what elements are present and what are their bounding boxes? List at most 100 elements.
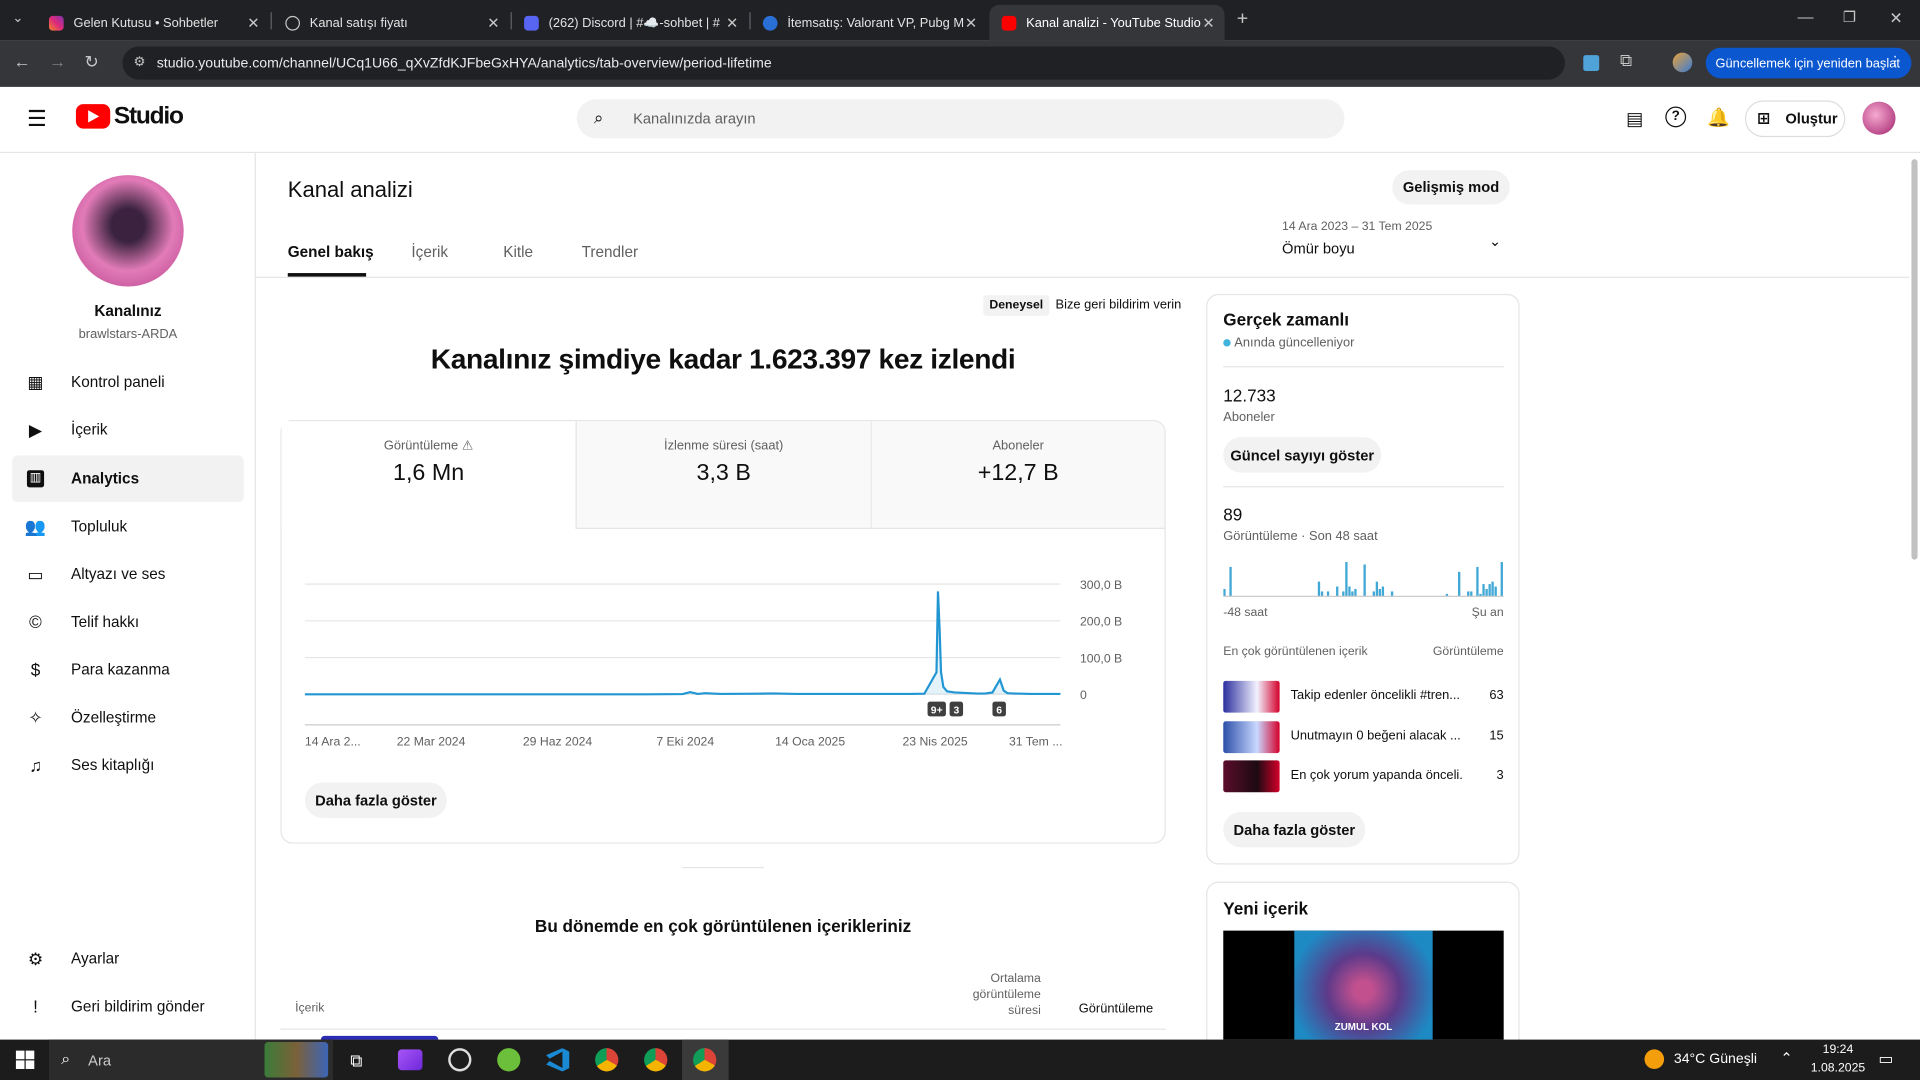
close-icon[interactable]: ✕ xyxy=(487,14,499,31)
close-window-icon[interactable]: ✕ xyxy=(1889,9,1902,29)
tab-audience[interactable]: Kitle xyxy=(503,244,533,261)
clock-date[interactable]: 1.08.2025 xyxy=(1807,1062,1868,1075)
browser-tab-instagram[interactable]: Gelen Kutusu • Sohbetler ✕ xyxy=(37,5,270,41)
realtime-bar[interactable] xyxy=(1317,581,1321,597)
realtime-bar[interactable] xyxy=(1348,586,1351,597)
browser-tab-itemsatis[interactable]: İtemsatış: Valorant VP, Pubg M ✕ xyxy=(751,5,987,41)
date-range-picker[interactable]: 14 Ara 2023 – 31 Tem 2025 Ömür boyu ⌄ xyxy=(1282,220,1509,262)
notifications-bell-icon[interactable]: 🔔 xyxy=(1707,107,1730,129)
series-line[interactable] xyxy=(304,591,1061,696)
close-icon[interactable]: ✕ xyxy=(247,14,259,31)
realtime-bar[interactable] xyxy=(1354,588,1357,597)
top-item-title[interactable]: Unutmayın 0 beğeni alacak ... xyxy=(1291,729,1462,744)
page-scrollbar[interactable] xyxy=(1911,159,1918,560)
realtime-bar[interactable] xyxy=(1482,584,1485,597)
realtime-bar[interactable] xyxy=(1476,566,1479,597)
url-field[interactable]: ⚙ studio.youtube.com/channel/UCq1U66_qXv… xyxy=(122,46,1565,80)
sidebar-item-dashboard[interactable]: ▦ Kontrol paneli xyxy=(12,359,243,406)
realtime-bar[interactable] xyxy=(1381,586,1385,597)
new-tab-icon[interactable]: + xyxy=(1237,9,1248,31)
give-feedback-link[interactable]: Bize geri bildirim verin xyxy=(1056,298,1182,313)
chrome-icon[interactable] xyxy=(693,1048,717,1072)
realtime-bar[interactable] xyxy=(1378,588,1381,597)
sidebar-item-copyright[interactable]: © Telif hakkı xyxy=(12,599,243,646)
youtube-logo-icon[interactable] xyxy=(75,104,111,129)
close-icon[interactable]: ✕ xyxy=(1202,14,1214,31)
show-more-button[interactable]: Daha fazla göster xyxy=(304,782,447,818)
realtime-bar[interactable] xyxy=(1470,591,1473,597)
realtime-bar[interactable] xyxy=(1458,571,1461,597)
realtime-bar[interactable] xyxy=(1467,591,1470,597)
video-thumbnail[interactable] xyxy=(1223,680,1280,713)
browser-tab-kanal-satisi[interactable]: Kanal satışı fiyatı ✕ xyxy=(273,5,509,41)
realtime-bar[interactable] xyxy=(1488,584,1491,597)
views-line-chart[interactable]: 300,0 B 200,0 B 100,0 B 0 14 Ara 2... 22 Mar … xyxy=(294,566,1151,762)
top-item-title[interactable]: Takip edenler öncelikli #tren... xyxy=(1291,688,1462,703)
clock-time[interactable]: 19:24 xyxy=(1807,1043,1868,1056)
forward-icon[interactable]: → xyxy=(49,51,66,71)
obs-icon[interactable] xyxy=(448,1048,472,1072)
back-icon[interactable]: ← xyxy=(13,51,30,71)
realtime-bar[interactable] xyxy=(1491,581,1494,597)
realtime-bar[interactable] xyxy=(1351,591,1354,597)
tab-overview[interactable]: Genel bakış xyxy=(288,244,374,261)
profile-avatar-icon[interactable] xyxy=(1672,52,1693,73)
realtime-bar[interactable] xyxy=(1320,591,1324,597)
task-view-icon[interactable]: ⧉ xyxy=(350,1051,362,1072)
close-icon[interactable]: ✕ xyxy=(726,14,738,31)
column-header-avg-duration[interactable]: Ortalama görüntüleme süresi xyxy=(961,971,1041,1019)
sidebar-item-analytics[interactable]: ▥ Analytics xyxy=(12,455,244,503)
realtime-bar[interactable] xyxy=(1345,562,1348,597)
realtime-bar[interactable] xyxy=(1494,586,1497,597)
sidebar-item-subtitles[interactable]: ▭ Altyazı ve ses xyxy=(12,551,243,598)
realtime-48h-bar-chart[interactable] xyxy=(1223,557,1504,599)
update-restart-button[interactable]: Güncellemek için yeniden başlat ⋮ xyxy=(1705,47,1912,79)
realtime-bar[interactable] xyxy=(1223,588,1226,597)
minimize-icon[interactable]: — xyxy=(1798,7,1814,25)
create-button[interactable]: ⊞ Oluştur xyxy=(1744,100,1846,138)
stat-watch-time[interactable]: İzlenme süresi (saat) 3,3 B xyxy=(575,421,871,529)
realtime-bar[interactable] xyxy=(1372,591,1375,597)
studio-logo-text[interactable]: Studio xyxy=(114,103,184,131)
sidebar-item-monetization[interactable]: $ Para kazanma xyxy=(12,647,243,694)
taskbar-search-box[interactable]: ⌕ Ara xyxy=(48,1039,334,1080)
tab-content[interactable]: İçerik xyxy=(411,244,448,261)
sidebar-item-content[interactable]: ▶ İçerik xyxy=(12,407,243,454)
help-icon[interactable]: ? xyxy=(1665,106,1687,128)
sidebar-item-community[interactable]: 👥 Topluluk xyxy=(12,503,243,550)
vscode-icon[interactable] xyxy=(546,1048,570,1072)
sidebar-item-customization[interactable]: ✧ Özelleştirme xyxy=(12,694,243,741)
chrome-icon[interactable] xyxy=(595,1048,619,1072)
realtime-bar[interactable] xyxy=(1375,581,1379,597)
browser-tab-discord[interactable]: (262) Discord | #☁️-sohbet | # ✕ xyxy=(512,5,748,41)
weather-text[interactable]: 34°C Güneşli xyxy=(1674,1052,1757,1067)
close-icon[interactable]: ✕ xyxy=(965,14,977,31)
realtime-bar[interactable] xyxy=(1363,564,1366,597)
sidebar-item-audio-library[interactable]: ♫ Ses kitaplığı xyxy=(12,742,243,789)
channel-avatar[interactable] xyxy=(72,175,184,287)
realtime-bar[interactable] xyxy=(1485,588,1488,597)
stat-views[interactable]: Görüntüleme ⚠ 1,6 Mn xyxy=(281,421,576,529)
weather-sun-icon[interactable] xyxy=(1644,1049,1665,1069)
show-live-count-button[interactable]: Güncel sayıyı göster xyxy=(1223,437,1382,473)
realtime-bar[interactable] xyxy=(1390,591,1394,597)
realtime-bar[interactable] xyxy=(1326,591,1330,597)
menu-icon[interactable]: ☰ xyxy=(27,107,47,133)
extension-icon[interactable] xyxy=(1583,55,1600,72)
sidebar-item-send-feedback[interactable]: ! Geri bildirim gönder xyxy=(12,983,243,1030)
feedback-comment-icon[interactable]: ▤ xyxy=(1626,108,1643,130)
utorrent-icon[interactable] xyxy=(497,1048,521,1072)
video-thumbnail[interactable] xyxy=(1223,760,1280,793)
realtime-bar[interactable] xyxy=(1500,562,1503,597)
tab-trends[interactable]: Trendler xyxy=(582,244,638,261)
realtime-bar[interactable] xyxy=(1229,566,1232,597)
windows-start-icon[interactable] xyxy=(15,1050,35,1069)
more-vert-icon[interactable]: ⋮ xyxy=(1889,54,1902,69)
chevron-up-icon[interactable]: ⌃ xyxy=(1780,1049,1792,1066)
tab-search-icon[interactable]: ⌄ xyxy=(12,10,23,26)
reload-icon[interactable]: ↻ xyxy=(84,51,98,72)
site-info-icon[interactable]: ⚙ xyxy=(133,54,145,70)
notification-center-icon[interactable]: ▭ xyxy=(1878,1049,1893,1069)
browser-tab-youtube-studio[interactable]: Kanal analizi - YouTube Studio ✕ xyxy=(989,4,1225,41)
sidebar-item-settings[interactable]: ⚙ Ayarlar xyxy=(12,936,243,983)
